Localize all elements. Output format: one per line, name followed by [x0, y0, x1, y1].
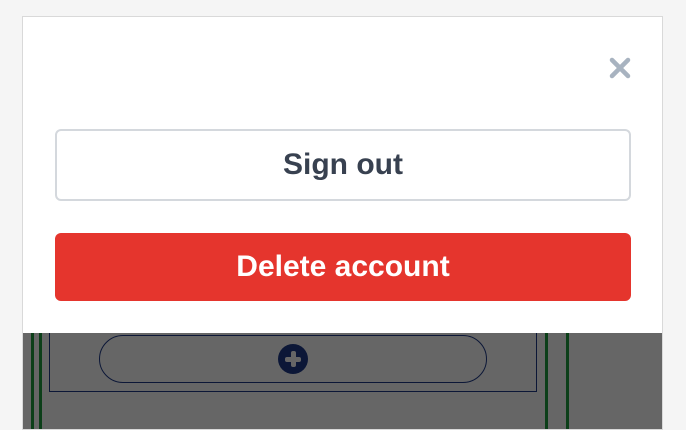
app-frame: Sign out Delete account: [22, 16, 663, 430]
close-icon: [609, 57, 631, 79]
sign-out-button[interactable]: Sign out: [55, 129, 631, 201]
account-actions-sheet: Sign out Delete account: [23, 17, 662, 333]
page: Sign out Delete account: [0, 0, 686, 430]
delete-account-button[interactable]: Delete account: [55, 233, 631, 301]
close-button[interactable]: [605, 53, 635, 83]
